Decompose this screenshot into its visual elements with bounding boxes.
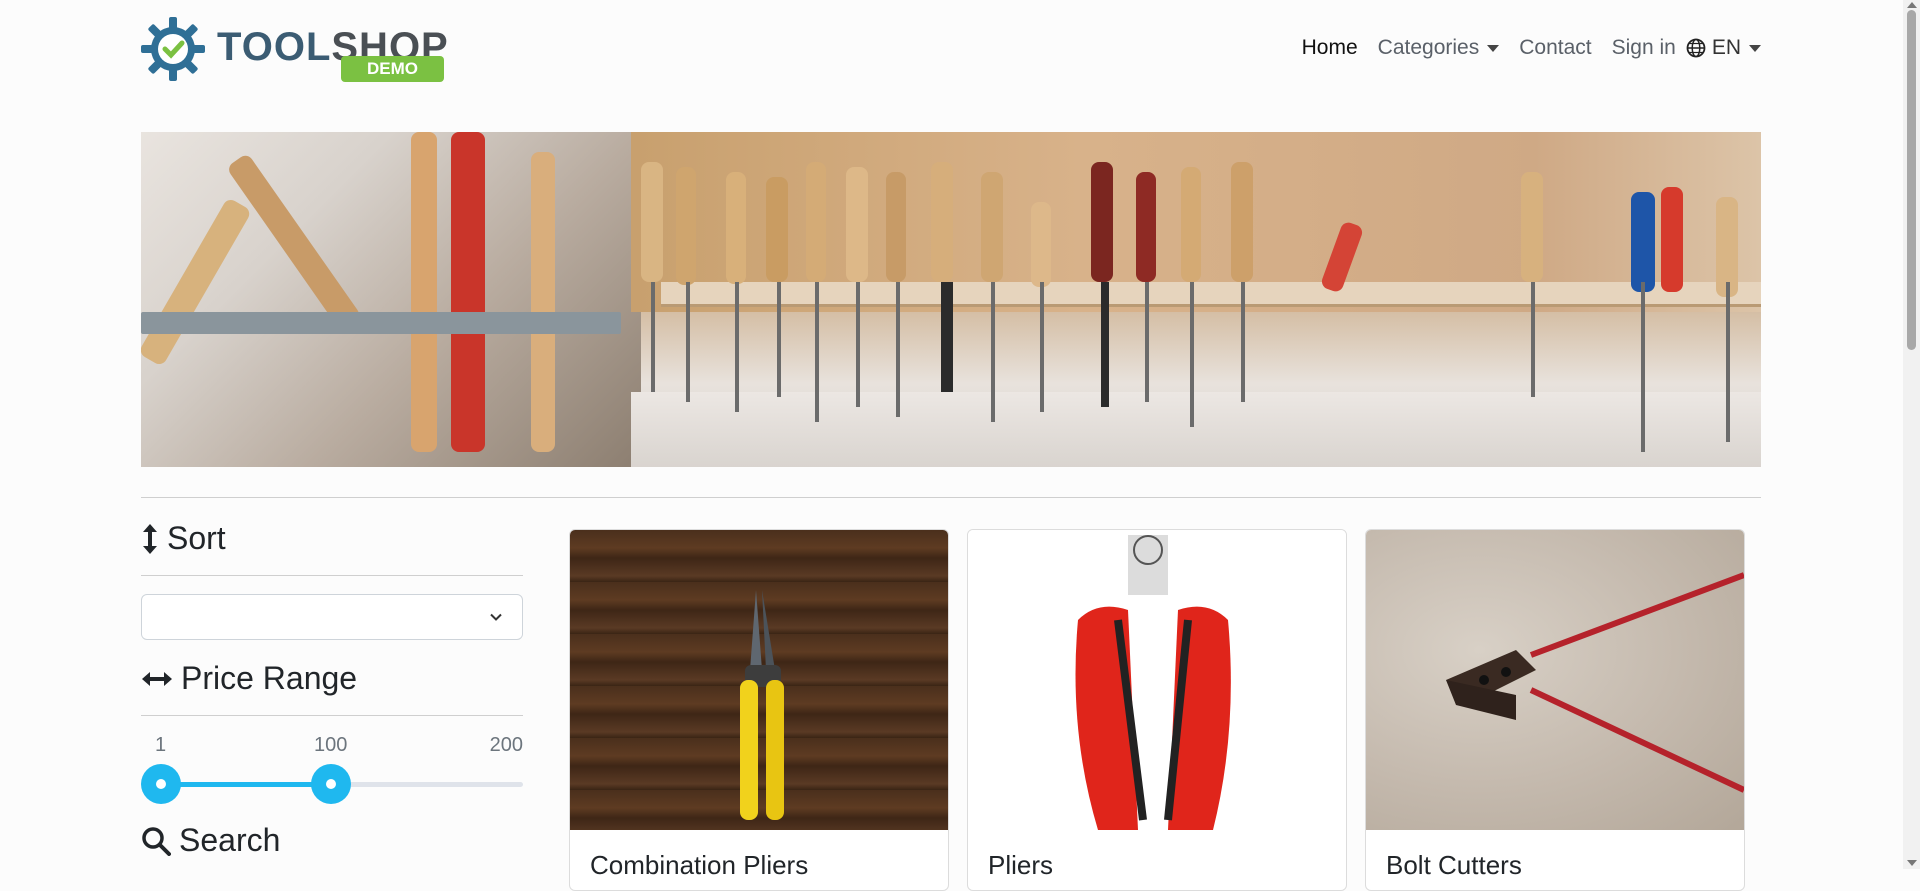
bolt-cutters-image <box>1446 572 1744 793</box>
slider-selected-range <box>161 782 331 787</box>
banner-blade <box>777 282 781 397</box>
banner-blue-handle <box>1631 192 1655 292</box>
product-card[interactable]: Bolt Cutters <box>1365 529 1745 891</box>
globe-icon <box>1686 38 1706 58</box>
gear-logo-icon <box>141 17 205 81</box>
product-name: Pliers <box>988 850 1054 880</box>
price-min-label: 1 <box>155 734 167 756</box>
sort-divider <box>141 575 523 576</box>
banner-chisel-handle <box>806 162 826 282</box>
banner-red-handle <box>1661 187 1683 292</box>
scrollbar-thumb[interactable] <box>1907 10 1916 350</box>
horizontal-arrows-icon <box>142 671 172 686</box>
banner-blade <box>1241 282 1245 402</box>
main-nav: Home Categories Contact Sign in EN <box>1282 36 1761 60</box>
banner-chisel-handle <box>1521 172 1543 282</box>
caret-down-icon <box>1749 44 1761 52</box>
product-name: Bolt Cutters <box>1386 850 1522 880</box>
slider-min-handle[interactable] <box>141 764 181 804</box>
scroll-down-icon[interactable] <box>1907 860 1917 866</box>
sort-select[interactable] <box>141 594 523 640</box>
banner-chisel-handle <box>931 162 953 282</box>
page-container: TOOLSHOP DEMO Home Categories Contact Si… <box>141 0 1761 891</box>
banner-blade <box>1531 282 1535 397</box>
banner-blade <box>1726 282 1730 442</box>
caret-down-icon <box>1487 44 1500 52</box>
banner-blade <box>651 282 655 392</box>
banner-chisel-handle <box>1181 167 1201 282</box>
banner-blade <box>735 282 739 412</box>
banner-blade <box>686 282 690 402</box>
price-current-label: 100 <box>314 734 348 756</box>
banner-blade <box>1101 282 1109 407</box>
banner-blade <box>896 282 900 417</box>
banner-vise-bar <box>141 312 621 334</box>
banner-chisel-handle <box>886 172 906 282</box>
banner-blade <box>815 282 819 422</box>
price-divider <box>141 715 523 716</box>
filter-sidebar: Sort Price Range 1 100 200 Search <box>141 520 523 859</box>
banner-blade <box>856 282 860 407</box>
search-heading-label: Search <box>179 822 281 858</box>
price-range-labels: 1 100 200 <box>141 734 523 760</box>
sort-heading: Sort <box>141 520 523 557</box>
nav-signin[interactable]: Sign in <box>1612 36 1676 60</box>
banner-chisel-handle <box>1031 202 1051 287</box>
banner-wall-lower <box>631 392 1761 467</box>
page-scrollbar[interactable] <box>1903 0 1920 869</box>
banner-chisel-handle <box>1091 162 1113 282</box>
banner-hammer-handle <box>411 132 437 452</box>
scroll-up-icon[interactable] <box>1907 2 1917 8</box>
banner-tool-rack <box>661 282 1761 307</box>
banner-blade <box>1641 282 1645 452</box>
price-range-label: Price Range <box>181 660 358 696</box>
banner-blade <box>1040 282 1044 412</box>
toolshop-logo[interactable]: TOOLSHOP DEMO <box>141 17 451 85</box>
banner-chisel-handle <box>676 167 696 285</box>
price-max-label: 200 <box>489 734 523 756</box>
product-image <box>1366 530 1744 830</box>
banner-chisel-handle <box>766 177 788 282</box>
banner-chisel-handle <box>981 172 1003 282</box>
banner-chisel-handle <box>641 162 663 282</box>
banner-hammers <box>141 132 641 467</box>
sort-heading-label: Sort <box>167 520 226 556</box>
slider-max-handle[interactable] <box>311 764 351 804</box>
demo-badge: DEMO <box>341 56 444 82</box>
product-card[interactable]: Combination Pliers <box>569 529 949 891</box>
banner-chisel-handle <box>1136 172 1156 282</box>
product-card[interactable]: Pliers <box>967 529 1347 891</box>
brand-name-part1: TOOL <box>217 25 332 69</box>
product-image <box>968 530 1346 830</box>
banner-chisel-handle <box>846 167 868 282</box>
banner-blade <box>1190 282 1194 427</box>
chevron-down-icon <box>490 613 502 621</box>
product-image <box>570 530 948 830</box>
banner-blade <box>1145 282 1149 402</box>
nav-categories-dropdown[interactable]: Categories <box>1378 36 1500 60</box>
pliers-image <box>1075 535 1231 830</box>
search-heading: Search <box>141 822 523 859</box>
price-range-slider[interactable] <box>141 764 523 804</box>
banner-red-handle <box>451 132 485 452</box>
nav-home[interactable]: Home <box>1302 36 1358 60</box>
banner-chisel-handle <box>726 172 746 284</box>
section-divider <box>141 497 1761 498</box>
banner-hammer-handle <box>531 152 555 452</box>
price-range-heading: Price Range <box>141 660 523 697</box>
language-label: EN <box>1711 36 1741 59</box>
sort-arrows-icon <box>143 523 157 554</box>
nav-categories-label: Categories <box>1377 36 1480 59</box>
hero-banner-image <box>141 132 1761 467</box>
nav-contact[interactable]: Contact <box>1519 36 1591 60</box>
search-icon <box>142 826 171 856</box>
banner-chisel-handle <box>1231 162 1253 282</box>
banner-blade <box>991 282 995 422</box>
product-name: Combination Pliers <box>590 850 809 880</box>
combination-pliers-image <box>740 590 784 820</box>
banner-blade <box>941 282 953 392</box>
language-dropdown[interactable]: EN <box>1676 36 1761 60</box>
